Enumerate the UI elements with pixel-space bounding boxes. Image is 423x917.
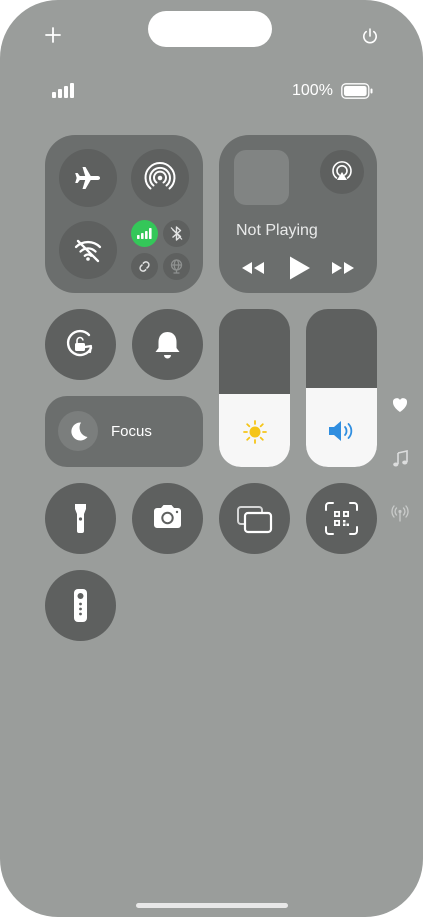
qr-scanner-icon — [325, 502, 358, 535]
flashlight-button[interactable] — [45, 483, 116, 554]
cellular-signal — [52, 82, 76, 98]
battery-percentage: 100% — [292, 82, 333, 99]
wifi-button[interactable] — [59, 221, 117, 279]
heart-icon — [392, 398, 408, 412]
antenna-icon — [391, 505, 409, 522]
cellular-data-button[interactable] — [131, 220, 158, 247]
bluetooth-off-icon — [170, 226, 183, 241]
play-icon — [290, 256, 310, 280]
focus-moon — [58, 411, 98, 451]
camera-button[interactable] — [132, 483, 203, 554]
rotation-lock-icon — [66, 329, 93, 357]
sun-icon — [243, 420, 267, 444]
focus-label: Focus — [111, 423, 152, 440]
camera-icon — [154, 505, 181, 528]
airdrop-icon — [144, 162, 176, 190]
globe-icon — [170, 259, 183, 274]
favorites-page-indicator[interactable] — [390, 395, 410, 415]
remote-icon — [74, 589, 87, 622]
add-control-button[interactable] — [44, 26, 62, 44]
fast-forward-icon — [332, 262, 354, 274]
bluetooth-button[interactable] — [163, 220, 190, 247]
airplay-button[interactable] — [320, 150, 364, 194]
airplane-mode-button[interactable] — [59, 149, 117, 207]
screen-mirroring-button[interactable] — [219, 483, 290, 554]
personal-hotspot-button[interactable] — [131, 253, 158, 280]
rotation-lock-button[interactable] — [45, 309, 116, 380]
dynamic-island — [148, 11, 272, 47]
airdrop-button[interactable] — [131, 149, 189, 207]
home-indicator[interactable] — [136, 903, 288, 908]
signal-icon — [52, 83, 74, 98]
rewind-button[interactable] — [240, 258, 266, 278]
battery-icon — [341, 83, 373, 99]
album-artwork — [234, 150, 289, 205]
bell-icon — [155, 332, 180, 359]
rewind-icon — [242, 262, 264, 274]
cellular-icon — [137, 228, 152, 239]
plus-icon — [45, 27, 61, 43]
battery-indicator — [341, 83, 373, 99]
fast-forward-button[interactable] — [330, 258, 356, 278]
flashlight-icon — [75, 504, 86, 533]
power-icon — [363, 28, 377, 44]
speaker-icon — [329, 421, 353, 441]
silent-mode-button[interactable] — [132, 309, 203, 380]
music-page-indicator[interactable] — [390, 449, 410, 469]
code-scanner-button[interactable] — [306, 483, 377, 554]
connectivity-page-indicator[interactable] — [390, 503, 410, 523]
wifi-off-icon — [74, 239, 102, 263]
music-note-icon — [393, 450, 408, 467]
play-button[interactable] — [287, 255, 311, 281]
now-playing-title: Not Playing — [236, 222, 318, 239]
power-button[interactable] — [361, 27, 379, 45]
volume-slider[interactable] — [306, 309, 377, 467]
airplane-icon — [75, 167, 100, 189]
moon-icon — [71, 422, 88, 441]
screen-mirroring-icon — [237, 506, 273, 534]
personal-hotspot-icon — [139, 261, 150, 272]
control-center: 100% Not Playing Focus — [0, 0, 423, 917]
apple-tv-remote-button[interactable] — [45, 570, 116, 641]
airplay-icon — [332, 161, 352, 180]
brightness-slider[interactable] — [219, 309, 290, 467]
vpn-button[interactable] — [163, 253, 190, 280]
